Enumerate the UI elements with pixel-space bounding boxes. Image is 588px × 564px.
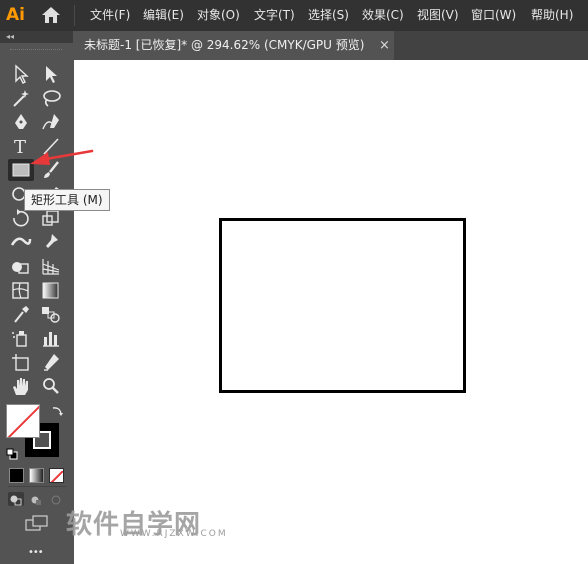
- tools-panel-header[interactable]: ◂◂: [0, 31, 73, 43]
- slice-tool-icon[interactable]: [38, 351, 64, 373]
- draw-normal-icon[interactable]: [8, 492, 24, 506]
- draw-inside-icon[interactable]: [48, 492, 64, 506]
- watermark: 软件自学网 WWW.RJZXW.COM: [66, 504, 226, 541]
- pointer-arrow-annotation: [26, 148, 96, 170]
- color-mode-button[interactable]: [9, 468, 24, 483]
- menu-separator: [74, 5, 75, 26]
- magic-wand-tool-icon[interactable]: [8, 87, 34, 109]
- width-tool-icon[interactable]: [8, 231, 34, 253]
- hand-tool-icon[interactable]: [8, 375, 34, 397]
- menu-window[interactable]: 窗口(W): [471, 0, 516, 31]
- menu-file[interactable]: 文件(F): [90, 0, 130, 31]
- document-tab[interactable]: 未标题-1 [已恢复]* @ 294.62% (CMYK/GPU 预览) ×: [74, 31, 394, 60]
- menu-bar: Ai 文件(F) 编辑(E) 对象(O) 文字(T) 选择(S) 效果(C) 视…: [0, 0, 588, 31]
- gradient-mode-button[interactable]: [29, 468, 44, 483]
- panel-grip[interactable]: [10, 49, 62, 52]
- menu-object[interactable]: 对象(O): [197, 0, 240, 31]
- app-logo: Ai: [6, 5, 25, 25]
- zoom-tool-icon[interactable]: [38, 375, 64, 397]
- mesh-tool-icon[interactable]: [8, 279, 34, 301]
- tool-tooltip: 矩形工具 (M): [24, 189, 110, 211]
- menu-edit[interactable]: 编辑(E): [143, 0, 184, 31]
- rectangle-shape[interactable]: [219, 218, 466, 393]
- default-fill-stroke-icon[interactable]: [6, 445, 18, 460]
- menu-type[interactable]: 文字(T): [254, 0, 295, 31]
- menu-help[interactable]: 帮助(H): [531, 0, 573, 31]
- document-tab-title: 未标题-1 [已恢复]* @ 294.62% (CMYK/GPU 预览): [84, 38, 365, 52]
- shape-builder-tool-icon[interactable]: [8, 255, 34, 277]
- curvature-tool-icon[interactable]: [38, 111, 64, 133]
- direct-selection-tool-icon[interactable]: [38, 63, 64, 85]
- draw-behind-icon[interactable]: [28, 492, 44, 506]
- home-icon[interactable]: [40, 5, 62, 25]
- none-mode-button[interactable]: [49, 468, 64, 483]
- puppet-warp-tool-icon[interactable]: [38, 231, 64, 253]
- lasso-tool-icon[interactable]: [38, 87, 64, 109]
- swap-fill-stroke-icon[interactable]: [50, 403, 64, 417]
- blend-tool-icon[interactable]: [38, 303, 64, 325]
- toolbar-divider: [8, 486, 66, 487]
- svg-text:T: T: [14, 137, 26, 157]
- column-graph-tool-icon[interactable]: [38, 327, 64, 349]
- tools-panel: ◂◂ T •••: [0, 31, 73, 564]
- menu-select[interactable]: 选择(S): [308, 0, 349, 31]
- selection-tool-icon[interactable]: [8, 63, 34, 85]
- collapse-icon[interactable]: ◂◂: [6, 31, 14, 43]
- symbol-sprayer-tool-icon[interactable]: [8, 327, 34, 349]
- edit-toolbar-icon[interactable]: •••: [28, 547, 44, 559]
- screen-mode-icon[interactable]: [24, 514, 50, 532]
- artboard-canvas[interactable]: [74, 60, 588, 564]
- eyedropper-tool-icon[interactable]: [8, 303, 34, 325]
- gradient-tool-icon[interactable]: [38, 279, 64, 301]
- document-tab-strip: 未标题-1 [已恢复]* @ 294.62% (CMYK/GPU 预览) ×: [74, 31, 588, 60]
- menu-effect[interactable]: 效果(C): [362, 0, 404, 31]
- menu-view[interactable]: 视图(V): [417, 0, 459, 31]
- close-icon[interactable]: ×: [379, 31, 390, 60]
- perspective-grid-tool-icon[interactable]: [38, 255, 64, 277]
- watermark-url: WWW.RJZXW.COM: [120, 529, 228, 539]
- pen-tool-icon[interactable]: [8, 111, 34, 133]
- artboard-tool-icon[interactable]: [8, 351, 34, 373]
- fill-color-swatch[interactable]: [6, 404, 40, 438]
